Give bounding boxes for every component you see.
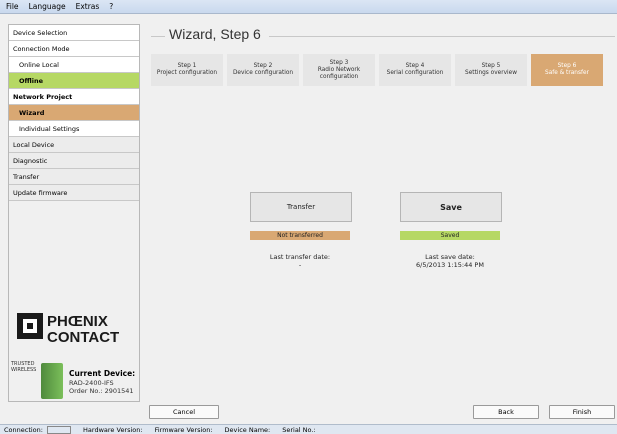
device-image (41, 363, 63, 399)
menu-help[interactable]: ? (109, 2, 113, 11)
last-transfer-label: Last transfer date: (269, 253, 331, 261)
sidebar-item-diagnostic[interactable]: Diagnostic (9, 153, 139, 169)
save-status-badge: Saved (400, 231, 500, 240)
transfer-status-badge: Not transferred (250, 231, 350, 240)
step-4-number: Step 4 (405, 63, 425, 69)
step-4-label: Serial configuration (386, 70, 444, 76)
title-rule-left (151, 36, 165, 37)
title-rule-right (269, 36, 615, 37)
step-5-tab[interactable]: Step 5 Settings overview (455, 54, 527, 86)
menu-bar: File Language Extras ? (0, 0, 617, 14)
sidebar: Device Selection Connection Mode Online … (8, 24, 140, 402)
cancel-button[interactable]: Cancel (149, 405, 219, 419)
status-bar: Connection: Hardware Version: Firmware V… (0, 424, 617, 434)
plug-icon (47, 425, 72, 434)
step-3-label: Radio Network (317, 66, 361, 73)
current-device-title: Current Device: (69, 369, 136, 378)
last-save-info: Last save date: 6/5/2013 1:15:44 PM (390, 253, 510, 269)
step-3-tab[interactable]: Step 3 Radio Network configuration (303, 54, 375, 86)
sidebar-item-network-project[interactable]: Network Project (9, 89, 139, 105)
current-device-panel: TRUSTED WIRELESS Current Device: RAD-240… (9, 355, 139, 403)
device-order-number: Order No.: 2901541 (69, 387, 134, 395)
last-save-label: Last save date: (425, 253, 475, 261)
status-connection-label: Connection: (4, 425, 43, 434)
trusted-wireless-label: TRUSTED WIRELESS (11, 361, 37, 373)
step-3-label-2: configuration (319, 73, 359, 80)
logo-line1: PHŒNIX (47, 313, 108, 330)
logo-line2: CONTACT (47, 329, 119, 345)
sidebar-item-transfer[interactable]: Transfer (9, 169, 139, 185)
step-6-number: Step 6 (557, 63, 577, 69)
save-button[interactable]: Save (400, 192, 502, 222)
status-firmware: Firmware Version: (154, 425, 213, 434)
phoenix-contact-logo: PHŒNIX CONTACT (17, 313, 119, 345)
device-model: RAD-2400-IFS (69, 379, 114, 387)
step-2-label: Device configuration (232, 70, 294, 76)
step-6-tab[interactable]: Step 6 Safe & transfer (531, 54, 603, 86)
step-1-tab[interactable]: Step 1 Project configuration (151, 54, 223, 86)
step-5-label: Settings overview (465, 70, 517, 76)
sidebar-item-device-selection[interactable]: Device Selection (9, 25, 139, 41)
step-1-label: Project configuration (156, 70, 218, 76)
step-5-number: Step 5 (481, 63, 501, 69)
menu-language[interactable]: Language (29, 2, 66, 11)
sidebar-item-offline[interactable]: Offline (9, 73, 139, 89)
step-1-number: Step 1 (177, 63, 197, 69)
step-2-number: Step 2 (253, 63, 273, 69)
transfer-button[interactable]: Transfer (250, 192, 352, 222)
status-device-name: Device Name: (224, 425, 271, 434)
menu-extras[interactable]: Extras (76, 2, 100, 11)
step-3-number: Step 3 (329, 59, 349, 66)
sidebar-item-wizard[interactable]: Wizard (9, 105, 139, 121)
back-button[interactable]: Back (473, 405, 539, 419)
sidebar-item-connection-mode[interactable]: Connection Mode (9, 41, 139, 57)
sidebar-item-individual-settings[interactable]: Individual Settings (9, 121, 139, 137)
menu-file[interactable]: File (6, 2, 19, 11)
status-connection: Connection: (4, 425, 72, 434)
step-4-tab[interactable]: Step 4 Serial configuration (379, 54, 451, 86)
finish-button[interactable]: Finish (549, 405, 615, 419)
last-save-value: 6/5/2013 1:15:44 PM (416, 261, 484, 269)
sidebar-item-online-local[interactable]: Online Local (9, 57, 139, 73)
wizard-panel: Wizard, Step 6 Step 1 Project configurat… (149, 24, 615, 419)
last-transfer-info: Last transfer date: - (240, 253, 360, 269)
step-2-tab[interactable]: Step 2 Device configuration (227, 54, 299, 86)
sidebar-item-local-device[interactable]: Local Device (9, 137, 139, 153)
wizard-steps: Step 1 Project configuration Step 2 Devi… (151, 54, 603, 86)
sidebar-item-update-firmware[interactable]: Update firmware (9, 185, 139, 201)
status-serial: Serial No.: (282, 425, 316, 434)
step-6-label: Safe & transfer (545, 70, 589, 76)
page-title: Wizard, Step 6 (169, 26, 261, 42)
last-transfer-value: - (298, 261, 302, 269)
status-hardware: Hardware Version: (83, 425, 143, 434)
